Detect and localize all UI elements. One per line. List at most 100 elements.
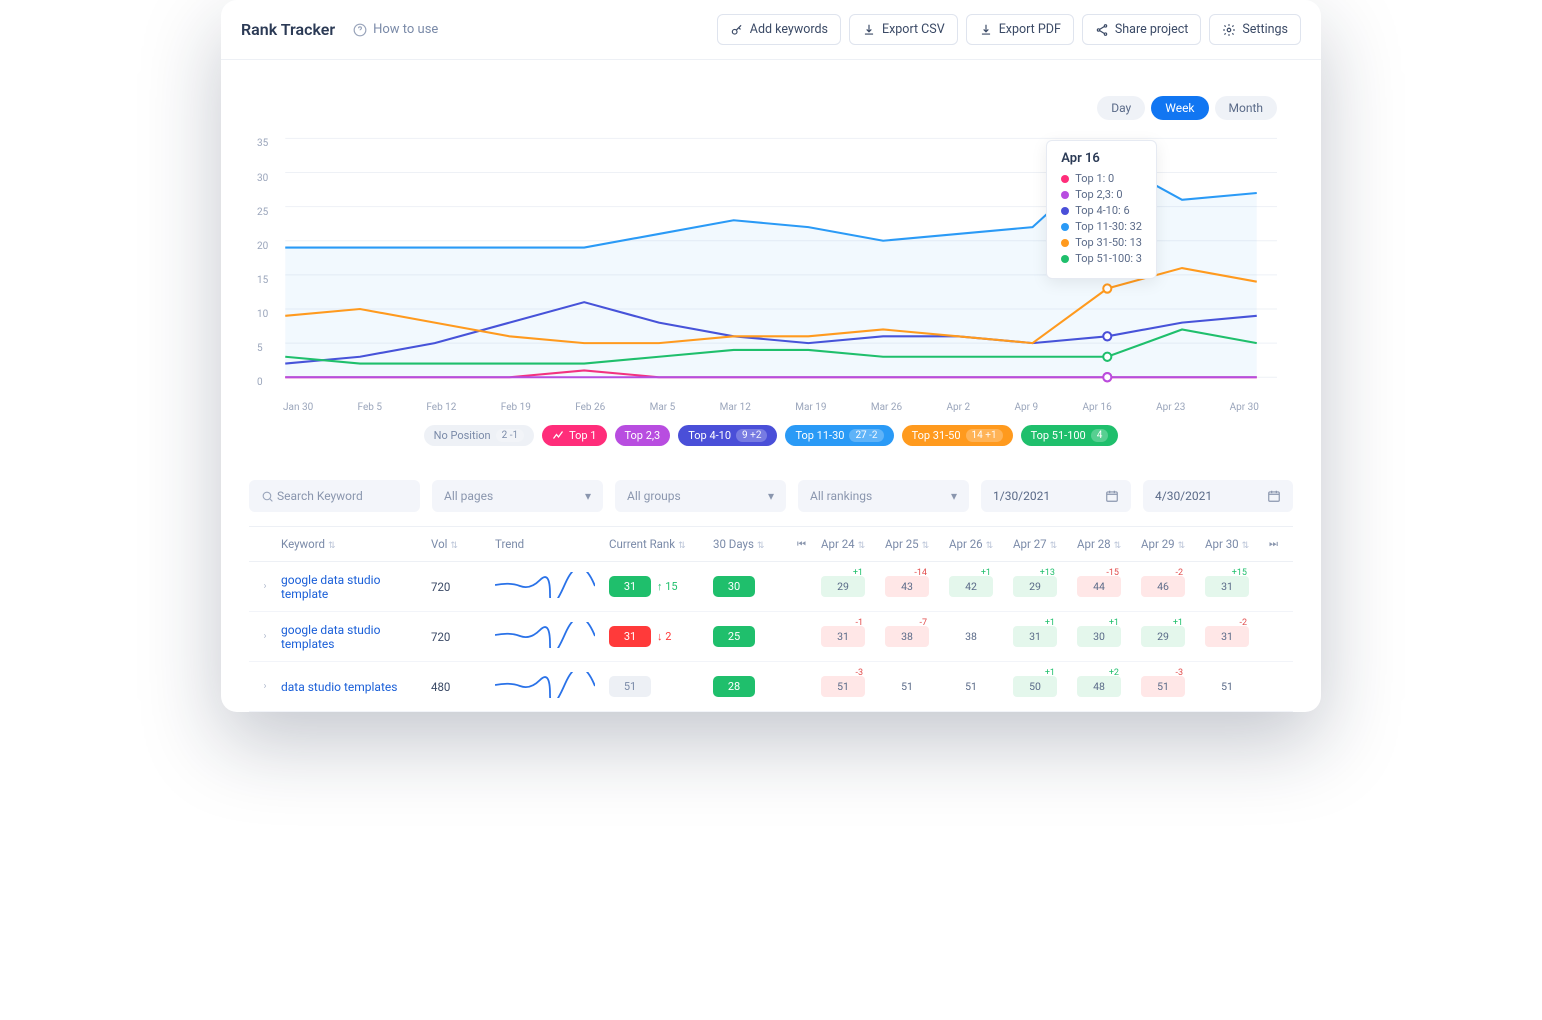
- current-rank: 31: [609, 576, 651, 597]
- chevron-down-icon: ▾: [768, 489, 774, 503]
- chart-panel: Day Week Month 05101520253035 Apr 16 Top…: [237, 76, 1305, 464]
- legend-item[interactable]: Top 2,3: [615, 425, 671, 446]
- day-cell: -738: [885, 626, 929, 647]
- keyword-link[interactable]: google data studio templates: [281, 623, 427, 651]
- legend-item[interactable]: Top 1: [542, 425, 606, 446]
- col-rank[interactable]: Current Rank⇅: [609, 537, 709, 551]
- col-trend: Trend: [495, 537, 605, 551]
- day-cell: +131: [1013, 626, 1057, 647]
- day-cell: -351: [1141, 676, 1185, 697]
- legend-item[interactable]: Top 11-30 27 -2: [785, 425, 893, 446]
- legend-item[interactable]: Top 31-50 14 +1: [902, 425, 1013, 446]
- col-date[interactable]: Apr 26⇅: [949, 537, 1009, 551]
- keywords-table: Keyword⇅ Vol⇅ Trend Current Rank⇅ 30 Day…: [249, 526, 1293, 712]
- help-icon: [353, 23, 367, 37]
- tooltip-item: Top 11-30: 32: [1061, 220, 1142, 233]
- col-date[interactable]: Apr 28⇅: [1077, 537, 1137, 551]
- rank-tracker-card: Rank Tracker How to use Add keywords Exp…: [221, 0, 1321, 712]
- chevron-down-icon: ▾: [585, 489, 591, 503]
- add-keywords-button[interactable]: Add keywords: [717, 14, 841, 45]
- table-row: › google data studio template 720 31 ↑ 15…: [249, 562, 1293, 612]
- col-date[interactable]: Apr 27⇅: [1013, 537, 1073, 551]
- day-cell: +130: [1077, 626, 1121, 647]
- tooltip-item: Top 4-10: 6: [1061, 204, 1142, 217]
- col-date[interactable]: Apr 30⇅: [1205, 537, 1265, 551]
- day-cell: 51: [1205, 676, 1249, 697]
- day-cell: -1443: [885, 576, 929, 597]
- legend-item[interactable]: Top 4-10 9 +2: [678, 425, 777, 446]
- keyword-link[interactable]: google data studio template: [281, 573, 427, 601]
- tooltip-item: Top 31-50: 13: [1061, 236, 1142, 249]
- date-to[interactable]: 4/30/2021: [1143, 480, 1293, 512]
- col-30days[interactable]: 30 Days⇅: [713, 537, 793, 551]
- 30day-rank: 25: [713, 626, 755, 647]
- search-icon: [261, 490, 274, 503]
- day-cell: +150: [1013, 676, 1057, 697]
- dates-prev[interactable]: ⏮: [797, 539, 817, 550]
- date-from[interactable]: 1/30/2021: [981, 480, 1131, 512]
- download-icon: [979, 23, 993, 37]
- volume: 720: [431, 630, 491, 644]
- volume: 720: [431, 580, 491, 594]
- day-cell: +129: [821, 576, 865, 597]
- col-date[interactable]: Apr 25⇅: [885, 537, 945, 551]
- share-icon: [1095, 23, 1109, 37]
- tooltip-item: Top 51-100: 3: [1061, 252, 1142, 265]
- volume: 480: [431, 680, 491, 694]
- gear-icon: [1222, 23, 1236, 37]
- expand-row[interactable]: ›: [253, 631, 277, 642]
- settings-button[interactable]: Settings: [1209, 14, 1301, 45]
- share-project-button[interactable]: Share project: [1082, 14, 1201, 45]
- legend-item[interactable]: Top 51-100 4: [1021, 425, 1119, 446]
- day-cell: -231: [1205, 626, 1249, 647]
- chart-legend: No Position 2 -1 Top 1 Top 2,3 Top 4-10 9 …: [265, 413, 1277, 464]
- expand-row[interactable]: ›: [253, 681, 277, 692]
- keyword-link[interactable]: data studio templates: [281, 680, 427, 694]
- export-csv-button[interactable]: Export CSV: [849, 14, 958, 45]
- rank-delta: ↑ 15: [657, 580, 678, 593]
- col-vol[interactable]: Vol⇅: [431, 537, 491, 551]
- pages-select[interactable]: All pages▾: [432, 480, 603, 512]
- day-cell: 51: [949, 676, 993, 697]
- expand-row[interactable]: ›: [253, 581, 277, 592]
- period-week[interactable]: Week: [1151, 96, 1208, 120]
- day-cell: +1329: [1013, 576, 1057, 597]
- col-date[interactable]: Apr 29⇅: [1141, 537, 1201, 551]
- sparkline: [495, 622, 595, 648]
- 30day-rank: 28: [713, 676, 755, 697]
- table-row: › data studio templates 480 51 28 -351 51…: [249, 662, 1293, 712]
- sparkline: [495, 672, 595, 698]
- dates-next[interactable]: ⏭: [1269, 539, 1289, 550]
- day-cell: 38: [949, 626, 993, 647]
- calendar-icon: [1105, 489, 1119, 503]
- period-month[interactable]: Month: [1215, 96, 1277, 120]
- tooltip-item: Top 2,3: 0: [1061, 188, 1142, 201]
- day-cell: -351: [821, 676, 865, 697]
- current-rank: 31: [609, 626, 651, 647]
- rankings-chart: 05101520253035 Apr 16 Top 1: 0Top 2,3: 0…: [265, 128, 1277, 398]
- day-cell: 51: [885, 676, 929, 697]
- col-date[interactable]: Apr 24⇅: [821, 537, 881, 551]
- day-cell: -246: [1141, 576, 1185, 597]
- col-keyword[interactable]: Keyword⇅: [281, 537, 427, 551]
- day-cell: +129: [1141, 626, 1185, 647]
- day-cell: +248: [1077, 676, 1121, 697]
- table-header: Keyword⇅ Vol⇅ Trend Current Rank⇅ 30 Day…: [249, 526, 1293, 562]
- table-row: › google data studio templates 720 31↓ 2…: [249, 612, 1293, 662]
- how-to-use-link[interactable]: How to use: [353, 22, 438, 37]
- legend-item[interactable]: No Position 2 -1: [424, 425, 534, 446]
- calendar-icon: [1267, 489, 1281, 503]
- period-day[interactable]: Day: [1097, 96, 1145, 120]
- topbar: Rank Tracker How to use Add keywords Exp…: [221, 0, 1321, 60]
- tooltip-item: Top 1: 0: [1061, 172, 1142, 185]
- filters-row: Search Keyword All pages▾ All groups▾ Al…: [221, 480, 1321, 526]
- download-icon: [862, 23, 876, 37]
- search-input[interactable]: Search Keyword: [249, 480, 420, 512]
- sparkline: [495, 572, 595, 598]
- tooltip-title: Apr 16: [1061, 151, 1142, 166]
- rankings-select[interactable]: All rankings▾: [798, 480, 969, 512]
- key-icon: [730, 23, 744, 37]
- day-cell: -1544: [1077, 576, 1121, 597]
- groups-select[interactable]: All groups▾: [615, 480, 786, 512]
- export-pdf-button[interactable]: Export PDF: [966, 14, 1074, 45]
